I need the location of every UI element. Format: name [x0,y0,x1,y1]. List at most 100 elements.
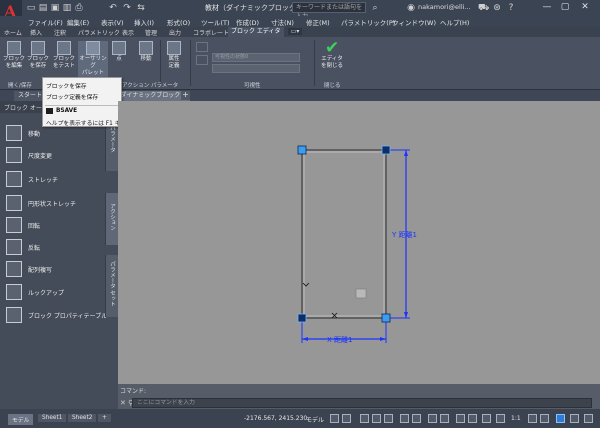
tab-view[interactable]: 表示 [122,28,134,37]
annotation-visibility-icon[interactable] [468,414,477,423]
save-icon[interactable]: ▣ [50,3,60,13]
annotation-monitor-icon[interactable] [540,414,549,423]
palette-item-scale[interactable]: 尺度変更 [6,147,106,163]
menu-dimension[interactable]: 寸法(N) [271,17,294,27]
palette-item-stretch[interactable]: ストレッチ [6,171,106,187]
new-tab-button[interactable]: + [181,91,190,100]
point-parameter-button[interactable]: 点 [110,41,128,63]
print-icon[interactable]: ⎙ [74,3,84,13]
redo-icon[interactable]: ↷ [122,3,132,13]
isodraft-icon[interactable] [384,414,393,423]
command-input[interactable]: ここにコマンドを入力 [132,398,592,408]
grip-top-right[interactable] [381,145,391,155]
visibility-state-select[interactable]: 可視性の状態0 [212,53,300,62]
visibility-mode-icon[interactable] [196,42,208,52]
menu-parametric[interactable]: パラメトリック(P) [341,17,395,27]
search-input[interactable]: キーワードまたは語句を入力 [292,2,366,20]
palette-item-lookup[interactable]: ルックアップ [6,284,106,300]
cart-icon[interactable]: ⛟ [478,3,489,13]
visibility-toggle-icon[interactable] [196,55,208,65]
folder-open-icon[interactable]: ▤ [38,3,48,13]
isolate-objects-icon[interactable] [556,414,565,423]
object-snap-icon[interactable] [412,414,421,423]
tab-annotate[interactable]: 注釈 [54,28,66,37]
annotation-scale-icon[interactable] [496,414,505,423]
undo-icon[interactable]: ↶ [108,3,118,13]
block-save-button[interactable]: ブロック を保存 [26,41,50,70]
user-icon[interactable]: ◉ [406,3,416,13]
grip-top-left[interactable] [297,145,307,155]
close-button[interactable]: ✕ [578,1,592,14]
layout-tab-sheet1[interactable]: Sheet1 [38,414,67,422]
customization-menu-icon[interactable] [584,414,593,423]
polar-icon[interactable] [372,414,381,423]
menu-tools[interactable]: ツール(T) [201,17,230,27]
action-badge-icon[interactable] [355,288,367,299]
palette-item-rotate[interactable]: 回転 [6,217,106,233]
grip-bottom-right[interactable] [381,313,391,323]
menu-help[interactable]: ヘルプ(H) [440,17,469,27]
user-name[interactable]: nakamori@elli... [418,3,471,11]
maximize-button[interactable]: ▢ [558,1,572,14]
palette-tab-parameter-sets[interactable]: パラメータ セット [105,255,118,317]
panel-label-open-save[interactable]: 開く/保存 [8,81,32,89]
annotation-scale-value[interactable]: 1:1 [511,415,521,422]
add-layout-button[interactable]: + [98,414,111,422]
palette-item-polar-stretch[interactable]: 円形状ストレッチ [6,195,106,211]
block-edit-button[interactable]: ブロック を編集 [2,41,26,70]
tab-parametric[interactable]: パラメトリック [78,28,120,37]
move-action-button[interactable]: 移動 [134,41,158,63]
new-file-icon[interactable]: ▭ [26,3,36,13]
workspace-gear-icon[interactable] [528,414,537,423]
palette-item-block-properties-table[interactable]: ブロック プロパティテーブル [6,307,107,323]
palette-item-array[interactable]: 配列複写 [6,261,106,277]
selection-cycling-icon[interactable] [456,414,465,423]
coordinate-readout[interactable]: -2176.567, 2415.230 [244,415,307,422]
object-snap-tracking-icon[interactable] [400,414,409,423]
palette-item-move[interactable]: 移動 [6,125,106,141]
grip-bottom-left[interactable] [297,313,307,323]
tab-manage[interactable]: 管理 [145,28,157,37]
ribbon-options-icon[interactable]: ▭▾ [288,28,302,35]
minimize-button[interactable]: — [540,1,554,14]
tab-output[interactable]: 出力 [169,28,181,37]
tab-document[interactable]: (ダイナミックブロック)* [114,91,190,101]
a360-icon[interactable]: ⊛ [492,3,502,13]
model-space-toggle[interactable]: モデル [306,415,324,424]
ortho-icon[interactable] [360,414,369,423]
authoring-palette-button[interactable]: オーサリング パレット [78,41,108,77]
save-as-icon[interactable]: ▥ [62,3,72,13]
panel-label-action-parameter[interactable]: アクション パラメータ [122,81,178,89]
x-dimension-label[interactable]: X 距離1 [327,335,352,344]
drawing-canvas[interactable]: Y 距離1 X 距離1 [118,101,600,384]
tab-insert[interactable]: 挿入 [30,28,42,37]
attribute-definition-button[interactable]: 属性 定義 [162,41,186,70]
block-test-button[interactable]: ブロック をテスト [52,41,76,70]
layout-tab-sheet2[interactable]: Sheet2 [68,414,97,422]
tab-block-editor[interactable]: ブロック エディタ [228,27,284,37]
search-icon[interactable]: ⌕ [370,3,380,13]
menu-item-save-block[interactable]: ブロックを保存 [46,81,87,90]
snap-icon[interactable] [342,414,351,423]
lineweight-icon[interactable] [428,414,437,423]
visibility-state-field[interactable] [212,64,300,73]
share-icon[interactable]: ⇆ [136,3,146,13]
grid-icon[interactable] [330,414,339,423]
close-editor-button[interactable]: ✔ エディタ を閉じる [318,40,346,70]
tab-home[interactable]: ホーム [4,28,22,37]
menu-view[interactable]: 表示(V) [101,17,124,27]
menu-modify[interactable]: 修正(M) [306,17,330,27]
transparency-icon[interactable] [440,414,449,423]
menu-format[interactable]: 形式(O) [167,17,190,27]
menu-item-save-block-as[interactable]: ブロック定義を保存 [46,92,98,101]
y-dimension-label[interactable]: Y 距離1 [391,230,417,239]
block-rectangle[interactable] [301,149,387,319]
menu-draw[interactable]: 作成(D) [236,17,259,27]
menu-edit[interactable]: 編集(E) [67,17,89,27]
auto-scale-icon[interactable] [482,414,491,423]
menu-insert[interactable]: 挿入(I) [134,17,154,27]
menu-file[interactable]: ファイル(F) [28,17,63,27]
layout-tab-model[interactable]: モデル [8,414,34,425]
palette-item-flip[interactable]: 反転 [6,239,106,255]
help-icon[interactable]: ? [506,3,516,13]
